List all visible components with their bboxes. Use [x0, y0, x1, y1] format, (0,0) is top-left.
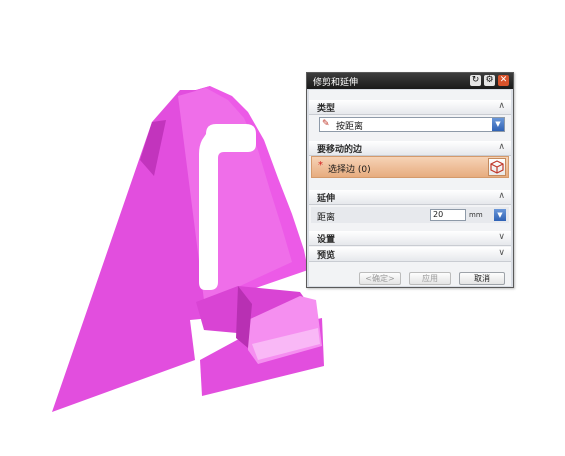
select-edge-row[interactable]: * 选择边 (0) — [311, 156, 509, 178]
section-type-label: 类型 — [317, 104, 336, 114]
close-icon[interactable]: ✕ — [498, 75, 509, 86]
section-preview-label: 预览 — [317, 251, 336, 261]
section-edges-header[interactable]: 要移动的边 ∧ — [309, 141, 511, 156]
dialog-footer: <确定> 应用 取消 — [309, 272, 511, 286]
gear-icon[interactable]: ⚙ — [484, 75, 495, 86]
cancel-button[interactable]: 取消 — [459, 272, 505, 285]
dialog-title: 修剪和延伸 — [313, 78, 359, 88]
reset-icon[interactable]: ↻ — [470, 75, 481, 86]
type-select-value: 按距离 — [336, 122, 364, 132]
distance-unit: mm — [469, 211, 483, 219]
section-preview-header[interactable]: 预览 ∨ — [309, 247, 511, 262]
section-extend-label: 延伸 — [317, 194, 336, 204]
dialog-body: 类型 ∧ ✎ 按距离 ▼ 要移动的边 ∧ * 选择边 (0) 延伸 ∧ 距离 2… — [309, 90, 511, 286]
chevron-up-icon[interactable]: ∧ — [498, 191, 505, 201]
ok-button[interactable]: <确定> — [359, 272, 401, 285]
trim-extend-dialog: 修剪和延伸 ↻ ⚙ ✕ 类型 ∧ ✎ 按距离 ▼ 要移动的边 ∧ * 选择边 (… — [306, 72, 514, 288]
chevron-up-icon[interactable]: ∧ — [498, 101, 505, 111]
distance-row: 距离 20 mm ▼ — [311, 207, 509, 223]
dialog-titlebar[interactable]: 修剪和延伸 ↻ ⚙ ✕ — [307, 73, 513, 89]
cube-icon[interactable] — [488, 158, 506, 176]
chevron-down-icon[interactable]: ▼ — [492, 118, 504, 131]
section-settings-label: 设置 — [317, 235, 336, 245]
section-edges-label: 要移动的边 — [317, 145, 363, 155]
section-type-header[interactable]: 类型 ∧ — [309, 100, 511, 115]
distance-icon: ✎ — [322, 119, 330, 129]
required-mark: * — [318, 160, 323, 171]
chevron-down-icon[interactable]: ∨ — [498, 248, 505, 258]
distance-options-icon[interactable]: ▼ — [494, 209, 506, 221]
distance-input[interactable]: 20 — [430, 209, 466, 221]
chevron-up-icon[interactable]: ∧ — [498, 142, 505, 152]
apply-button[interactable]: 应用 — [409, 272, 451, 285]
type-select[interactable]: ✎ 按距离 ▼ — [319, 117, 505, 132]
select-edge-label: 选择边 (0) — [328, 165, 371, 175]
chevron-down-icon[interactable]: ∨ — [498, 232, 505, 242]
magenta-surface-model — [52, 86, 324, 412]
section-extend-header[interactable]: 延伸 ∧ — [309, 190, 511, 205]
section-settings-header[interactable]: 设置 ∨ — [309, 231, 511, 246]
distance-label: 距离 — [317, 213, 336, 223]
